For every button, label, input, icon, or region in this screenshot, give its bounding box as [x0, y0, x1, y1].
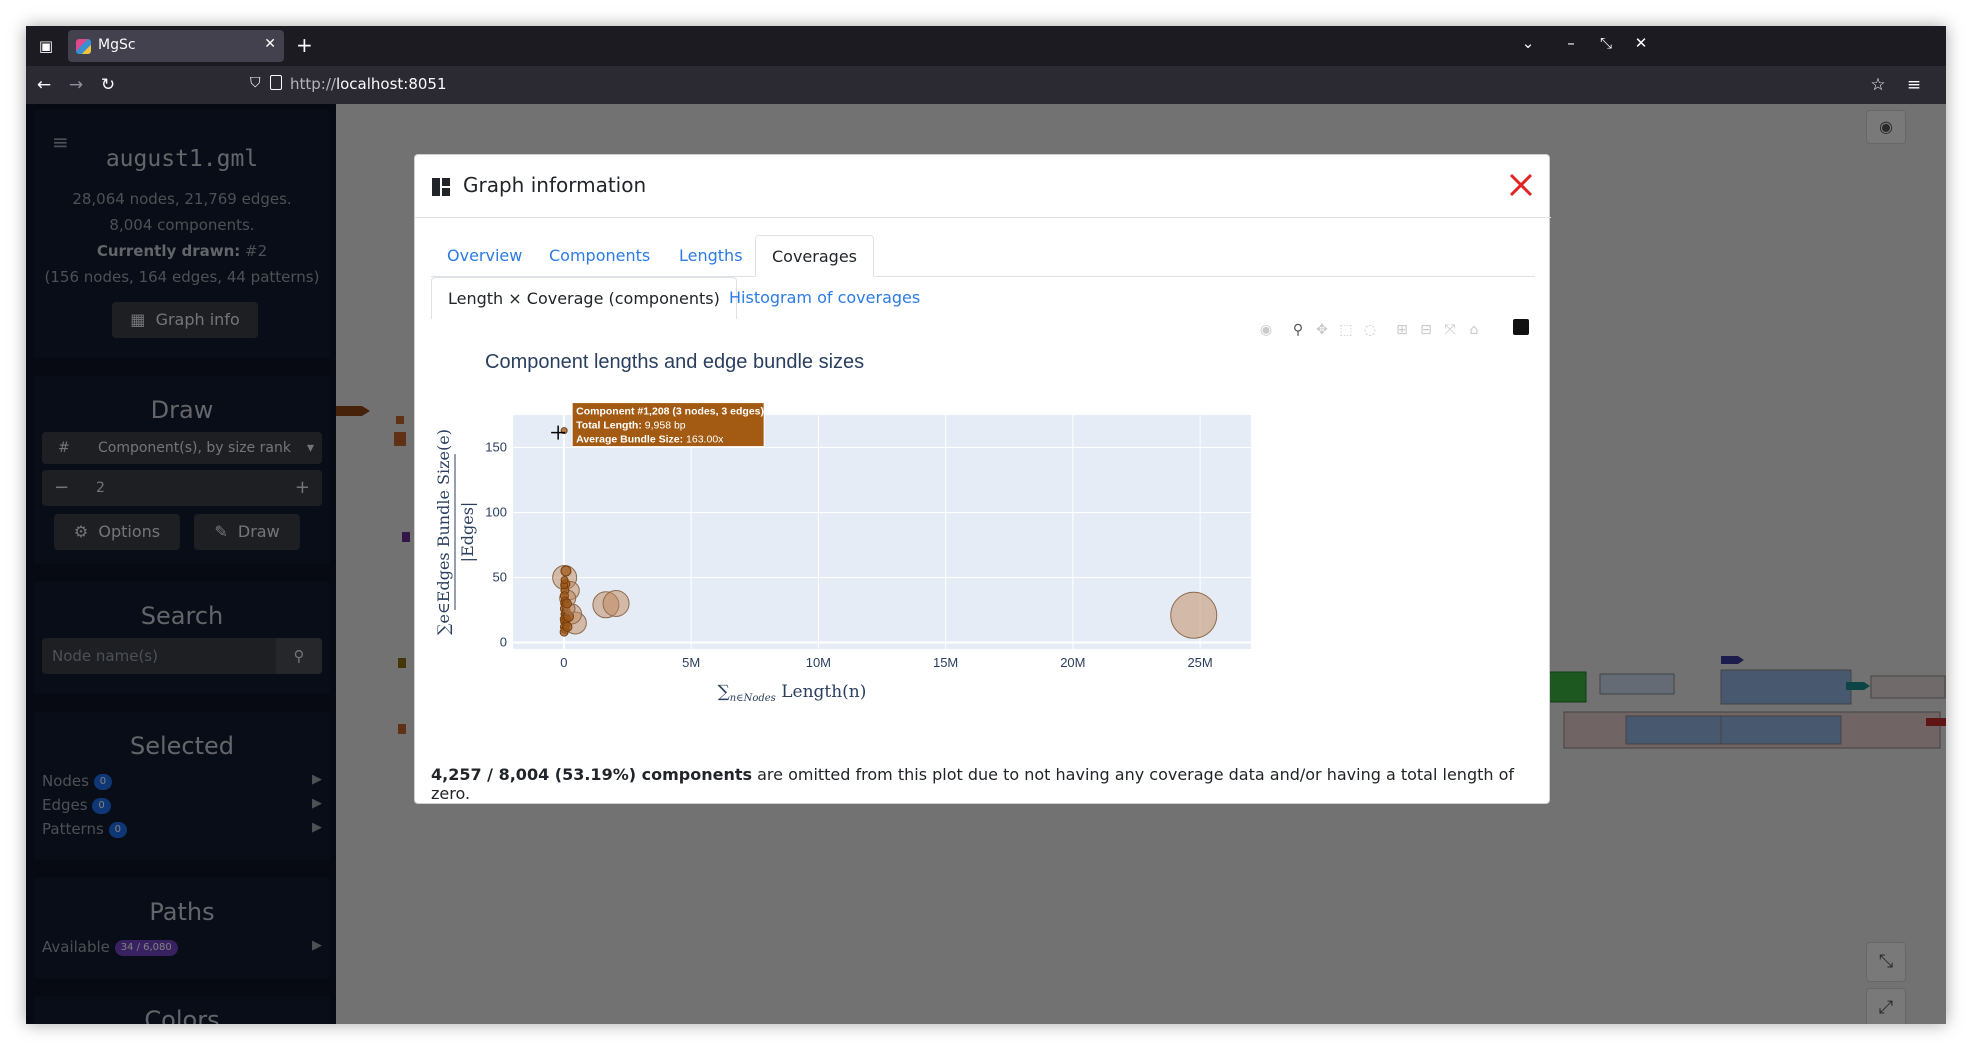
- minimize-icon[interactable]: –: [1559, 34, 1583, 52]
- tab-length-x-coverage[interactable]: Length × Coverage (components): [431, 277, 737, 319]
- plotly-logo-icon[interactable]: [1513, 319, 1529, 335]
- data-point[interactable]: [561, 598, 572, 609]
- modal-title: Graph information: [463, 173, 647, 197]
- forward-icon[interactable]: →: [64, 74, 88, 96]
- hover-tooltip: Component #1,208 (3 nodes, 3 edges) Total…: [551, 402, 765, 448]
- omitted-components-note: 4,257 / 8,004 (53.19%) components are om…: [431, 765, 1549, 803]
- tooltip-total-label: Total Length:: [576, 420, 642, 432]
- x-tick-label: 15M: [933, 655, 958, 670]
- data-point[interactable]: [1170, 591, 1218, 639]
- tooltip-line-1: Component #1,208 (3 nodes, 3 edges): [576, 406, 764, 418]
- y-label-group: ∑e∈Edges Bundle Size(e) |Edges|: [434, 429, 477, 635]
- tab-histogram-of-coverages[interactable]: Histogram of coverages: [713, 277, 936, 319]
- x-tick-label: 20M: [1060, 655, 1085, 670]
- data-point[interactable]: [562, 621, 573, 632]
- tooltip-avg-label: Average Bundle Size:: [576, 434, 683, 446]
- menu-icon[interactable]: ≡: [1902, 74, 1926, 96]
- tooltip-line-2: Total Length: 9,958 bp: [576, 420, 686, 432]
- x-tick-label: 10M: [806, 655, 831, 670]
- data-point[interactable]: [560, 576, 569, 585]
- y-tick-label: 100: [485, 505, 507, 520]
- url-scheme: http://: [290, 75, 336, 93]
- modal-tabs: Overview Components Lengths Coverages: [431, 235, 1535, 277]
- omitted-count: 4,257 / 8,004 (53.19%) components: [431, 765, 753, 784]
- scatter-chart[interactable]: 0 5M 10M 15M 20M 25M 0 50 100 150 ∑n∈Nodes Lengt…: [423, 335, 1533, 765]
- shield-icon[interactable]: ⛉: [250, 75, 261, 91]
- tab-list-icon[interactable]: ▣: [32, 32, 60, 60]
- x-tick-label: 5M: [682, 655, 700, 670]
- x-tick-labels: 0 5M 10M 15M 20M 25M: [560, 655, 1212, 670]
- x-label-sub: n∈Nodes: [730, 693, 776, 704]
- y-tick-label: 150: [485, 440, 507, 455]
- layout-icon: [432, 178, 450, 196]
- new-tab-icon[interactable]: +: [296, 33, 313, 57]
- page: ◉ ⤡ ⤢ ≡ august1.gml 28,064 nodes, 21,769…: [26, 104, 1946, 1024]
- y-axis-label: ∑e∈Edges Bundle Size(e) |Edges|: [434, 429, 477, 635]
- x-axis-label: ∑n∈Nodes Length(n): [718, 682, 867, 704]
- coverage-subtabs: Length × Coverage (components) Histogram…: [431, 277, 1535, 319]
- data-point[interactable]: [560, 565, 572, 577]
- close-icon[interactable]: [1503, 167, 1539, 203]
- chevron-down-icon[interactable]: ⌄: [1516, 34, 1540, 52]
- x-tick-label: 0: [560, 655, 567, 670]
- browser-nav-bar: ← → ↻ ⛉ http://localhost:8051 ☆ ≡: [26, 66, 1946, 104]
- tooltip-avg-value: 163.00x: [683, 434, 724, 446]
- data-point[interactable]: [602, 590, 630, 617]
- tab-overview[interactable]: Overview: [431, 235, 538, 277]
- y-label-numerator: ∑e∈Edges Bundle Size(e): [434, 429, 453, 635]
- favicon-icon: [76, 39, 91, 54]
- y-tick-labels: 0 50 100 150: [485, 440, 507, 650]
- y-label-denominator: |Edges|: [458, 502, 477, 563]
- tooltip-line-3: Average Bundle Size: 163.00x: [576, 434, 724, 446]
- browser-window: ▣ MgSc ✕ + ⌄ – ⤡ ✕ ← → ↻ ⛉ http://localh…: [26, 26, 1946, 1024]
- tooltip-total-value: 9,958 bp: [642, 420, 686, 432]
- browser-tab-bar: ▣ MgSc ✕ + ⌄ – ⤡ ✕: [26, 26, 1946, 66]
- tab-close-icon[interactable]: ✕: [264, 36, 276, 52]
- reload-icon[interactable]: ↻: [96, 74, 120, 96]
- page-info-icon[interactable]: [270, 75, 282, 90]
- browser-tab[interactable]: MgSc ✕: [68, 30, 284, 62]
- url-bar[interactable]: http://localhost:8051: [290, 75, 447, 93]
- url-host: localhost:8051: [335, 75, 447, 93]
- graph-info-modal: Graph information Overview Components Le…: [414, 154, 1551, 804]
- x-tick-label: 25M: [1187, 655, 1212, 670]
- back-icon[interactable]: ←: [32, 74, 56, 96]
- bookmark-star-icon[interactable]: ☆: [1866, 74, 1890, 96]
- restore-icon[interactable]: ⤡: [1594, 34, 1618, 52]
- tab-coverages[interactable]: Coverages: [755, 235, 874, 277]
- x-label-text: Length(n): [776, 682, 867, 702]
- window-close-icon[interactable]: ✕: [1629, 34, 1653, 52]
- x-label-sum: ∑: [718, 682, 730, 702]
- tab-components[interactable]: Components: [533, 235, 666, 277]
- y-tick-label: 0: [500, 635, 507, 650]
- modal-header: Graph information: [415, 155, 1551, 218]
- tab-title: MgSc: [98, 37, 136, 53]
- y-tick-label: 50: [493, 570, 507, 585]
- tab-lengths[interactable]: Lengths: [663, 235, 759, 277]
